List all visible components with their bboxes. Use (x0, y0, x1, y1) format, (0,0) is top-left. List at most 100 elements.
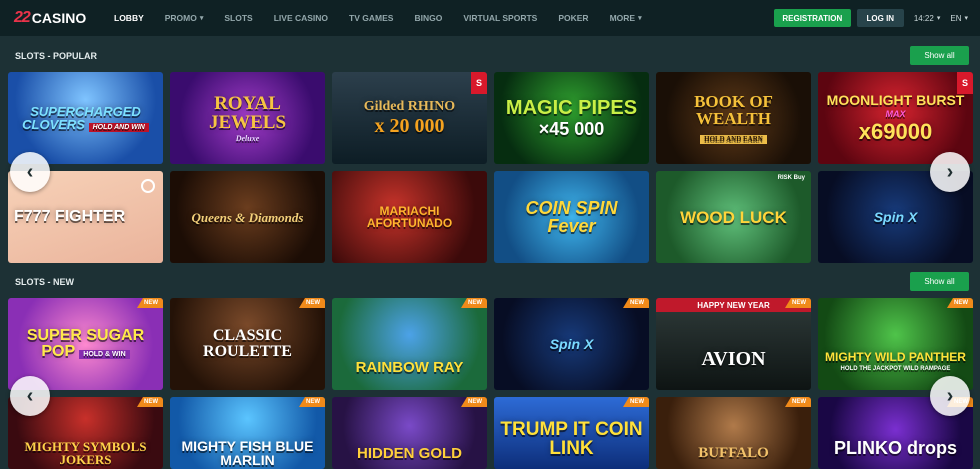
nav-item-virtual-sports[interactable]: VIRTUAL SPORTS (463, 13, 537, 23)
game-title: WOOD LUCK (680, 207, 787, 227)
carousel-prev-button[interactable]: ‹ (10, 152, 50, 192)
games-grid-new: SUPER SUGAR POP HOLD & WIN NEW CLASSIC R… (8, 298, 973, 469)
clock[interactable]: 14:22 ▾ (914, 14, 941, 23)
game-tile[interactable]: Gilded RHINO x 20 000 S (332, 72, 487, 164)
game-title: MAGIC PIPES ×45 000 (505, 97, 638, 139)
new-badge: NEW (785, 397, 811, 407)
chevron-left-icon: ‹ (26, 160, 34, 183)
new-badge: NEW (947, 298, 973, 308)
header-actions: REGISTRATION LOG IN 14:22 ▾ EN ▾ (773, 0, 980, 36)
game-tile[interactable]: BOOK OF WEALTH HOLD AND EARN (656, 72, 811, 164)
game-tile[interactable]: COIN SPIN Fever (494, 171, 649, 263)
top-bar: 22 CASINO LOBBY PROMO ▾ SLOTS LIVE CASINO… (0, 0, 980, 36)
nav-item-tv-games[interactable]: TV GAMES (349, 13, 393, 23)
section-title: SLOTS - POPULAR (15, 50, 98, 61)
game-title: Spin X (549, 336, 594, 352)
new-badge: NEW (299, 298, 325, 308)
nav-item-promo[interactable]: PROMO ▾ (165, 13, 204, 23)
section-header-popular: SLOTS - POPULAR Show all (8, 42, 972, 69)
nav-label: BINGO (414, 13, 443, 23)
game-title: BUFFALO (698, 444, 769, 461)
new-badge: NEW (137, 298, 163, 308)
nav-label: SLOTS (224, 13, 253, 23)
show-all-button[interactable]: Show all (910, 46, 969, 65)
game-tile[interactable]: HAPPY NEW YEAR AVION NEW (656, 298, 811, 390)
risk-buy-label: RISK Buy (777, 175, 805, 181)
new-badge: NEW (623, 298, 649, 308)
show-all-button[interactable]: Show all (910, 272, 969, 291)
game-tile[interactable]: HIDDEN GOLD NEW (332, 397, 487, 469)
game-title: Gilded RHINO x 20 000 (363, 99, 456, 137)
game-tile[interactable]: MARIACHI AFORTUNADO (332, 171, 487, 263)
game-title: Queens & Diamonds (191, 209, 304, 225)
game-title: Spin X (873, 209, 918, 225)
game-tile[interactable]: WOOD LUCK RISK Buy (656, 171, 811, 263)
game-tile[interactable]: CLASSIC ROULETTE NEW (170, 298, 325, 390)
game-tile[interactable]: BUFFALO NEW (656, 397, 811, 469)
game-title: TRUMP IT COIN LINK (500, 419, 643, 459)
game-title: BOOK OF WEALTH HOLD AND EARN (694, 91, 773, 144)
carousel-next-button[interactable]: › (930, 376, 970, 416)
chevron-left-icon: ‹ (26, 384, 34, 407)
nav-item-lobby[interactable]: LOBBY (114, 13, 144, 23)
nav-item-slots[interactable]: SLOTS (224, 13, 252, 23)
language-value: EN (950, 13, 962, 23)
chevron-down-icon: ▾ (638, 15, 642, 22)
game-title: MIGHTY FISH BLUE MARLIN (181, 438, 314, 468)
game-tile[interactable]: RAINBOW RAY NEW (332, 298, 487, 390)
nav-item-bingo[interactable]: BINGO (414, 13, 442, 23)
carousel-next-button[interactable]: › (930, 152, 970, 192)
nav-label: PROMO (164, 13, 197, 23)
chevron-down-icon: ▾ (964, 15, 968, 22)
language-selector[interactable]: EN ▾ (950, 14, 968, 23)
time-value: 14:22 (913, 13, 934, 23)
nav-label: LIVE CASINO (273, 13, 329, 23)
game-title: PLINKO drops (833, 438, 957, 458)
game-tile[interactable]: ROYAL JEWELS Deluxe (170, 72, 325, 164)
nav-label: TV GAMES (349, 13, 394, 23)
nav-item-poker[interactable]: POKER (558, 13, 588, 23)
logo[interactable]: 22 CASINO (14, 8, 100, 28)
game-tile[interactable]: MOONLIGHT BURST MAX x69000 S (818, 72, 973, 164)
game-tile[interactable]: MIGHTY FISH BLUE MARLIN NEW (170, 397, 325, 469)
game-title: MARIACHI AFORTUNADO (366, 204, 453, 230)
nav-label: LOBBY (114, 13, 144, 23)
logo-mark: 22 (14, 9, 31, 26)
game-tile[interactable]: Queens & Diamonds (170, 171, 325, 263)
nav-label: POKER (558, 13, 589, 23)
chevron-down-icon: ▾ (199, 15, 204, 22)
provider-badge: S (957, 72, 973, 94)
new-badge: NEW (623, 397, 649, 407)
section-title: SLOTS - NEW (15, 276, 74, 287)
game-tile[interactable]: TRUMP IT COIN LINK NEW (494, 397, 649, 469)
game-title: ROYAL JEWELS Deluxe (208, 92, 287, 143)
new-badge: NEW (461, 397, 487, 407)
chevron-right-icon: › (946, 160, 954, 183)
nav-item-more[interactable]: MORE ▾ (610, 13, 642, 23)
game-title: MOONLIGHT BURST MAX x69000 (826, 92, 965, 144)
game-title: COIN SPIN Fever (525, 198, 618, 236)
nav-item-live-casino[interactable]: LIVE CASINO (274, 13, 328, 23)
game-title: HIDDEN GOLD (357, 444, 462, 462)
main-nav: LOBBY PROMO ▾ SLOTS LIVE CASINO TV GAMES … (114, 0, 663, 36)
game-tile[interactable]: SUPERCHARGED CLOVERS HOLD AND WIN (8, 72, 163, 164)
nav-label: VIRTUAL SPORTS (463, 13, 538, 23)
logo-text: CASINO (31, 10, 87, 26)
game-title: RAINBOW RAY (355, 358, 464, 376)
game-title: F777 FIGHTER (14, 208, 126, 225)
new-badge: NEW (461, 298, 487, 308)
nav-label: MORE (609, 13, 636, 23)
carousel-prev-button[interactable]: ‹ (10, 376, 50, 416)
registration-button[interactable]: REGISTRATION (773, 9, 851, 27)
chevron-down-icon: ▾ (936, 15, 941, 22)
login-button[interactable]: LOG IN (856, 9, 904, 27)
section-header-new: SLOTS - NEW Show all (8, 268, 972, 295)
game-title: CLASSIC ROULETTE (203, 327, 292, 360)
chevron-right-icon: › (946, 384, 954, 407)
game-title: SUPER SUGAR POP HOLD & WIN (26, 327, 145, 360)
game-title: SUPERCHARGED CLOVERS HOLD AND WIN (8, 105, 163, 132)
game-tile[interactable]: MAGIC PIPES ×45 000 (494, 72, 649, 164)
game-title: MIGHTY WILD PANTHER HOLD THE JACKPOT WIL… (825, 349, 966, 372)
game-tile[interactable]: Spin X NEW (494, 298, 649, 390)
games-grid-popular: SUPERCHARGED CLOVERS HOLD AND WIN ROYAL … (8, 72, 973, 264)
